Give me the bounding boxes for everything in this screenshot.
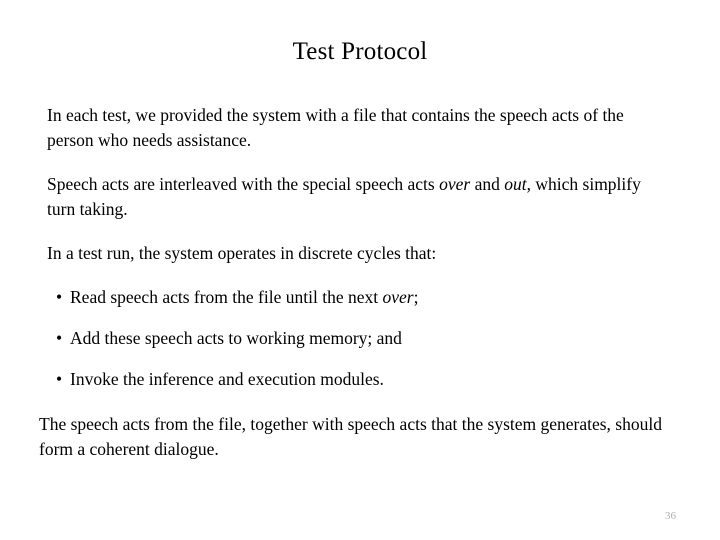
bullet-icon: •	[56, 369, 63, 389]
paragraph-speech-acts: Speech acts are interleaved with the spe…	[47, 172, 662, 222]
list-item: • Read speech acts from the file until th…	[56, 285, 670, 310]
list-item-text-2: ;	[413, 287, 419, 307]
list-item-text-1: Add these speech acts to working memory;…	[70, 328, 402, 348]
page-title: Test Protocol	[292, 38, 428, 65]
list-item-text-1: Invoke the inference and execution modul…	[70, 369, 384, 389]
paragraph-test-run: In a test run, the system operates in di…	[47, 243, 437, 263]
list-item: • Add these speech acts to working memory…	[56, 326, 670, 351]
slide-body: In each test, we provided the system wit…	[0, 103, 720, 462]
bullet-icon: •	[56, 287, 63, 307]
cycle-steps-list: • Read speech acts from the file until th…	[0, 285, 720, 392]
paragraph-intro: In each test, we provided the system wit…	[47, 105, 624, 150]
paragraph-conclusion: The speech acts from the file, together …	[39, 414, 662, 459]
page-number: 36	[665, 510, 676, 522]
list-item-text-1: Read speech acts from the file until the…	[70, 287, 383, 307]
paragraph-speech-acts-text-1: Speech acts are interleaved with the spe…	[47, 174, 440, 194]
keyword-over: over	[439, 174, 471, 194]
keyword-out: out	[504, 174, 527, 194]
keyword-over: over	[382, 287, 414, 307]
bullet-icon: •	[56, 328, 63, 348]
paragraph-speech-acts-text-2: and	[470, 174, 505, 194]
presentation-slide: Test Protocol In each test, we provided …	[0, 0, 720, 540]
list-item: • Invoke the inference and execution modu…	[56, 367, 670, 392]
